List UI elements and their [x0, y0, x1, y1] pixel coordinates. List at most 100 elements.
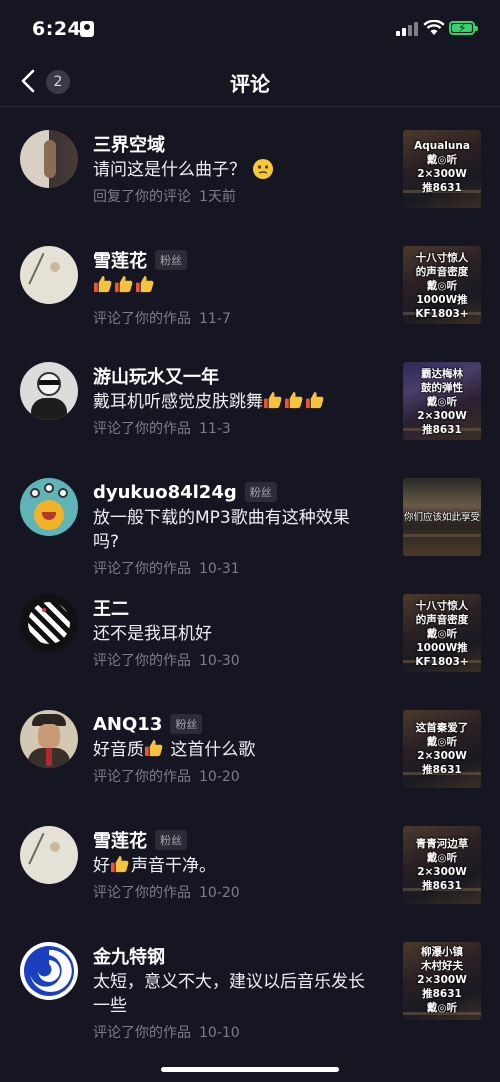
name-row: 三界空域 — [93, 132, 165, 156]
home-indicator[interactable] — [161, 1067, 339, 1072]
user-name[interactable]: 游山玩水又一年 — [93, 363, 219, 389]
avatar[interactable] — [20, 246, 78, 304]
comment-meta: 评论了你的作品 10-10 — [93, 1022, 240, 1042]
thumbnail-caption: 木村好夫 — [421, 960, 463, 972]
comment-item[interactable]: 雪莲花 粉丝 好声音干净。 评论了你的作品 10-20 青青河边草 戴◎听 2×3… — [0, 812, 500, 928]
thumbnail-caption: 戴◎听 — [426, 1002, 458, 1014]
thumbs-up-emoji-icon — [93, 275, 112, 293]
comment-text: 放一般下载的MP3歌曲有这种效果吗? — [93, 508, 350, 552]
video-thumbnail[interactable]: 这首秦爱了 戴◎听 2×300W 推8631 — [403, 710, 481, 788]
thumbs-up-emoji-icon — [284, 391, 303, 409]
name-row: 王二 — [93, 596, 129, 620]
comment-date: 10-10 — [199, 1025, 240, 1041]
battery-charging-icon: ⚡ — [449, 21, 478, 35]
video-thumbnail[interactable]: 柳瀑小镇 木村好夫 2×300W 推8631 戴◎听 — [403, 942, 481, 1020]
comment-text — [93, 274, 369, 298]
comment-item[interactable]: 游山玩水又一年 戴耳机听感觉皮肤跳舞 评论了你的作品 11-3 霸达梅林 鼓的弹性… — [0, 348, 500, 464]
page-title: 评论 — [230, 72, 270, 96]
wifi-icon — [423, 20, 445, 35]
avatar[interactable] — [20, 826, 78, 884]
swirl-logo-icon — [24, 946, 74, 996]
comment-meta: 评论了你的作品 10-30 — [93, 650, 240, 670]
comment-date: 10-20 — [199, 769, 240, 785]
comment-meta: 评论了你的作品 11-3 — [93, 418, 231, 438]
video-thumbnail[interactable]: 十八寸惊人 的声音密度 戴◎听 1000W推 KF1803+ — [403, 246, 481, 324]
comment-item[interactable]: 雪莲花 粉丝 评论了你的作品 11-7 十八寸惊人 的声音密度 戴◎听 1000W… — [0, 232, 500, 348]
thumbnail-caption: 十八寸惊人 — [415, 252, 469, 264]
name-row: ANQ13 粉丝 — [93, 712, 203, 736]
thumbnail-caption: 2×300W — [417, 866, 467, 878]
video-thumbnail[interactable]: 霸达梅林 鼓的弹性 戴◎听 2×300W 推8631 — [403, 362, 481, 440]
user-name[interactable]: 王二 — [93, 595, 129, 621]
name-row: 雪莲花 粉丝 — [93, 828, 187, 852]
fan-badge: 粉丝 — [170, 714, 203, 734]
comment-text: 太短，意义不大，建议以后音乐发长一些 — [93, 972, 365, 1016]
fan-badge: 粉丝 — [155, 830, 187, 850]
thumbnail-caption: 2×300W — [417, 168, 467, 180]
comment-date: 10-20 — [199, 885, 240, 901]
thumbnail-caption: 戴◎听 — [426, 852, 458, 864]
user-name[interactable]: ANQ13 — [93, 714, 162, 735]
comment-item[interactable]: dyukuo84l24g 粉丝 放一般下载的MP3歌曲有这种效果吗? 评论了你的… — [0, 464, 500, 580]
avatar[interactable] — [20, 594, 78, 652]
comment-action: 评论了你的作品 — [93, 1025, 191, 1041]
comment-item[interactable]: 王二 还不是我耳机好 评论了你的作品 10-30 十八寸惊人 的声音密度 戴◎听 … — [0, 580, 500, 696]
thumbnail-caption: 柳瀑小镇 — [421, 946, 463, 958]
video-thumbnail[interactable]: 十八寸惊人 的声音密度 戴◎听 1000W推 KF1803+ — [403, 594, 481, 672]
user-name[interactable]: 雪莲花 — [93, 827, 147, 853]
avatar[interactable] — [20, 130, 78, 188]
thumbnail-caption: 戴◎听 — [426, 396, 458, 408]
thumbnail-caption: KF1803+ — [415, 656, 469, 668]
comment-item[interactable]: ANQ13 粉丝 好音质 这首什么歌 评论了你的作品 10-20 这首秦爱了 戴◎… — [0, 696, 500, 812]
thumbs-up-emoji-icon — [135, 275, 154, 293]
comment-date: 11-3 — [199, 421, 231, 437]
status-time: 6:24 — [32, 18, 82, 40]
thumbnail-caption: 2×300W — [417, 410, 467, 422]
comment-meta: 评论了你的作品 10-20 — [93, 766, 240, 786]
user-name[interactable]: 雪莲花 — [93, 247, 147, 273]
avatar[interactable] — [20, 478, 78, 536]
comment-date: 11-7 — [199, 311, 231, 327]
thumbnail-caption: 霸达梅林 — [421, 368, 463, 380]
thumbnail-caption: 戴◎听 — [426, 736, 458, 748]
video-thumbnail[interactable]: 你们应该如此享受 — [403, 478, 481, 556]
comment-meta: 评论了你的作品 11-7 — [93, 308, 231, 328]
comment-action: 回复了你的评论 — [93, 189, 191, 205]
user-name[interactable]: 金九特钢 — [93, 943, 165, 969]
thumbnail-caption: KF1803+ — [415, 308, 469, 320]
comment-list: 三界空域 请问这是什么曲子？ 回复了你的评论 1天前 Aqualuna 戴◎听 2… — [0, 116, 500, 1044]
comment-date: 1天前 — [199, 189, 236, 205]
thumbnail-caption: 的声音密度 — [415, 266, 469, 278]
comment-action: 评论了你的作品 — [93, 885, 191, 901]
thumbnail-caption: 戴◎听 — [426, 628, 458, 640]
thumbnail-caption: 1000W推 — [416, 642, 468, 654]
avatar[interactable] — [20, 362, 78, 420]
status-bar: 6:24 ⚡ — [0, 0, 500, 58]
comment-date: 10-31 — [199, 561, 240, 577]
fan-badge: 粉丝 — [244, 482, 277, 502]
user-name[interactable]: 三界空域 — [93, 131, 165, 157]
fan-badge: 粉丝 — [155, 250, 187, 270]
cellular-signal-icon — [396, 22, 418, 36]
id-card-icon — [80, 21, 94, 37]
comment-item[interactable]: 金九特钢 太短，意义不大，建议以后音乐发长一些 评论了你的作品 10-10 柳瀑小… — [0, 928, 500, 1044]
avatar[interactable] — [20, 710, 78, 768]
name-row: 雪莲花 粉丝 — [93, 248, 187, 272]
comment-text: 请问这是什么曲子？ — [93, 158, 369, 182]
comment-text: 还不是我耳机好 — [93, 624, 212, 644]
video-thumbnail[interactable]: 青青河边草 戴◎听 2×300W 推8631 — [403, 826, 481, 904]
thumbnail-caption: 青青河边草 — [415, 838, 469, 850]
comment-item[interactable]: 三界空域 请问这是什么曲子？ 回复了你的评论 1天前 Aqualuna 戴◎听 2… — [0, 116, 500, 232]
comment-text: 好声音干净。 — [93, 855, 216, 876]
video-thumbnail[interactable]: Aqualuna 戴◎听 2×300W 推8631 — [403, 130, 481, 208]
thumbnail-caption: 推8631 — [422, 182, 462, 194]
thumbnail-caption: 推8631 — [422, 764, 462, 776]
comment-meta: 评论了你的作品 10-31 — [93, 558, 240, 578]
thinking-face-emoji-icon — [253, 159, 273, 179]
user-name[interactable]: dyukuo84l24g — [93, 482, 237, 503]
thumbnail-caption: 推8631 — [422, 880, 462, 892]
thumbnail-caption: 推8631 — [422, 988, 462, 1000]
thumbs-up-emoji-icon — [263, 391, 282, 409]
thumbnail-caption: 这首秦爱了 — [415, 722, 469, 734]
avatar[interactable] — [20, 942, 78, 1000]
